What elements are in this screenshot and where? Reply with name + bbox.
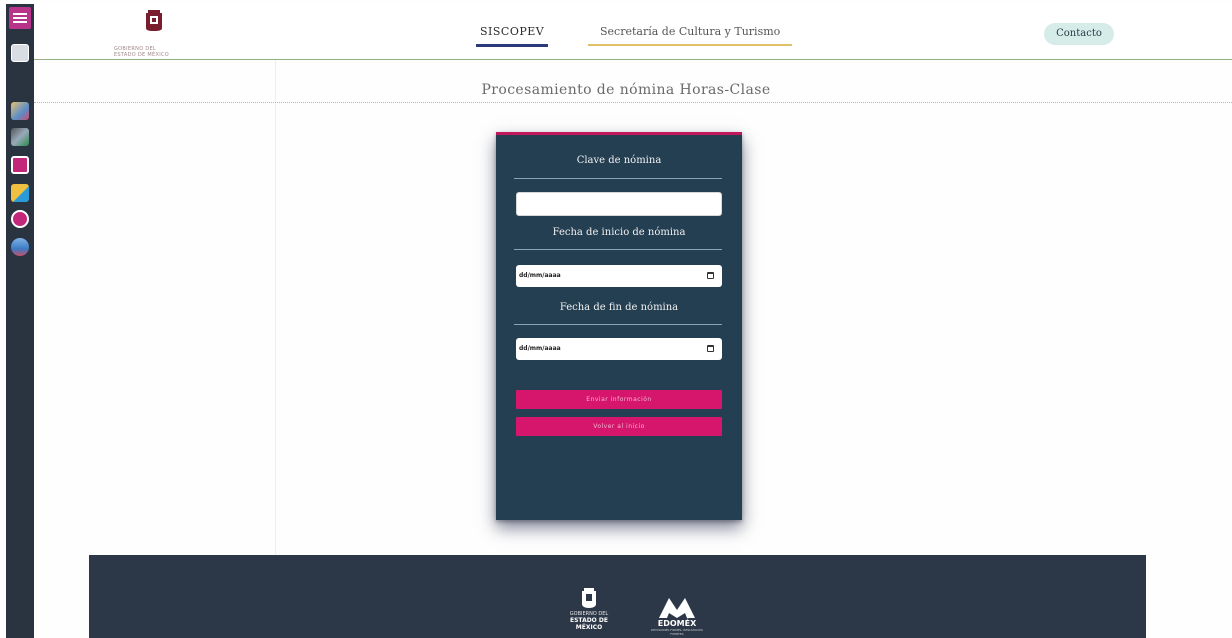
lock-icon[interactable] — [11, 184, 29, 202]
separator — [514, 249, 722, 250]
back-button[interactable]: Volver al inicio — [516, 417, 722, 436]
page: GOBIERNO DEL ESTADO DE MÉXICO SISCOPEV S… — [0, 0, 1232, 638]
menu-icon[interactable] — [9, 7, 31, 29]
fecha-inicio-label: Fecha de inicio de nómina — [552, 227, 686, 238]
brand-logo[interactable]: GOBIERNO DEL ESTADO DE MÉXICO — [114, 8, 224, 58]
network-icon[interactable] — [11, 128, 29, 146]
submit-button[interactable]: Enviar información — [516, 390, 722, 409]
title-divider — [34, 102, 1232, 103]
image-icon[interactable] — [11, 102, 29, 120]
calendar-icon[interactable] — [707, 272, 714, 279]
separator — [514, 178, 722, 179]
edomex-name: EDOMÉX — [657, 619, 697, 628]
fecha-fin-input[interactable]: dd/mm/aaaa — [516, 338, 722, 360]
edomex-tag: DECISIONES FIRMES, RESULTADOS FUERTES — [651, 628, 703, 636]
clave-input[interactable] — [516, 192, 722, 216]
profile-icon[interactable] — [11, 44, 29, 62]
header: GOBIERNO DEL ESTADO DE MÉXICO SISCOPEV S… — [34, 4, 1232, 60]
calendar-icon[interactable] — [707, 345, 714, 352]
payroll-form-card: Clave de nómina Fecha de inicio de nómin… — [496, 132, 742, 520]
shield-icon — [582, 588, 596, 608]
fecha-fin-value: dd/mm/aaaa — [519, 345, 561, 352]
column-divider — [275, 60, 276, 638]
page-title: Procesamiento de nómina Horas-Clase — [481, 82, 771, 98]
gobierno-logo: GOBIERNO DEL ESTADO DE MÉXICO — [559, 587, 619, 637]
left-toolbar — [6, 4, 34, 638]
contact-button[interactable]: Contacto — [1044, 23, 1114, 45]
nav-secretaria[interactable]: Secretaría de Cultura y Turismo — [587, 25, 793, 46]
users-icon[interactable] — [11, 238, 29, 256]
edomex-logo: EDOMÉX DECISIONES FIRMES, RESULTADOS FUE… — [651, 593, 703, 638]
clave-label: Clave de nómina — [576, 155, 662, 166]
mountain-icon — [659, 598, 695, 618]
fecha-fin-label: Fecha de fin de nómina — [559, 302, 679, 313]
separator — [514, 324, 722, 325]
brand-text: GOBIERNO DEL ESTADO DE MÉXICO — [114, 46, 169, 58]
fecha-inicio-value: dd/mm/aaaa — [519, 272, 561, 279]
back-icon[interactable] — [11, 210, 29, 228]
grid-icon[interactable] — [11, 156, 29, 174]
footer: GOBIERNO DEL ESTADO DE MÉXICO EDOMÉX DEC… — [89, 555, 1146, 638]
shield-icon — [146, 10, 162, 31]
fecha-inicio-input[interactable]: dd/mm/aaaa — [516, 265, 722, 287]
nav-siscopev[interactable]: SISCOPEV — [475, 25, 549, 47]
gob-line2: ESTADO DE MÉXICO — [570, 617, 608, 631]
